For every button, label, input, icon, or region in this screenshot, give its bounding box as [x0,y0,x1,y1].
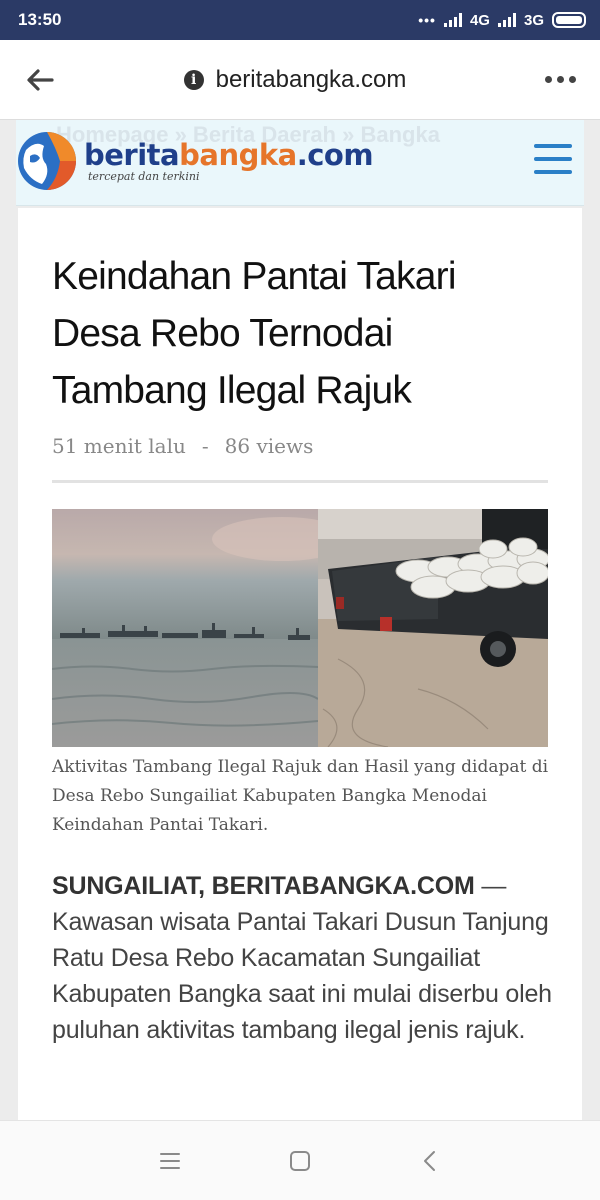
logo-wordmark: beritabangka.com [84,137,374,172]
signal-icon [443,13,462,27]
square-home-icon [290,1150,310,1171]
menu-icon[interactable] [534,144,572,174]
url-text: beritabangka.com [215,65,407,93]
meta-separator: - [201,434,209,458]
site-header: Homepage » Berita Daerah » Bangka berita… [16,120,584,206]
article-time: 51 menit lalu [52,434,186,458]
network-label-4g: 4G [469,11,490,29]
site-logo[interactable]: beritabangka.com tercepat dan terkini [16,130,374,192]
menu-nav-button[interactable] [150,1141,190,1181]
article-title: Keindahan Pantai Takari Desa Rebo Ternod… [52,255,457,412]
menu-lines-icon [160,1152,180,1169]
back-button[interactable] [0,40,80,120]
globe-logo-icon [18,132,76,190]
home-nav-button[interactable] [280,1141,320,1181]
truck-sandbags-image [318,509,548,747]
article-meta: 51 menit lalu -86 views [52,434,313,458]
info-icon[interactable]: i [183,69,204,90]
battery-icon [552,12,586,28]
status-time: 13:50 [18,10,62,29]
browser-toolbar: i beritabangka.com [0,40,600,120]
address-bar[interactable]: i beritabangka.com [80,66,510,94]
back-nav-button[interactable] [410,1141,450,1181]
signal-icon-2 [497,13,516,27]
article-body: SUNGAILIAT, BERITABANGKA.COM — Kawasan w… [52,868,552,1048]
article-card: Keindahan Pantai Takari Desa Rebo Ternod… [18,208,582,1120]
more-options-button[interactable] [520,40,600,120]
divider [52,480,548,483]
beach-sea-image [52,509,318,747]
status-bar: 13:50 ••• 4G 3G [0,0,600,40]
notification-dots-icon: ••• [418,12,436,28]
article-photo[interactable] [52,509,548,747]
article-dateline: SUNGAILIAT, BERITABANGKA.COM [52,872,475,900]
status-indicators: ••• 4G 3G [418,12,586,29]
article-views: 86 views [224,434,314,458]
network-label-3g: 3G [523,11,544,29]
system-navigation-bar [0,1120,600,1200]
arrow-left-icon [27,68,54,91]
photo-caption: Aktivitas Tambang Ilegal Rajuk dan Hasil… [52,757,549,835]
chevron-left-icon [424,1150,435,1171]
